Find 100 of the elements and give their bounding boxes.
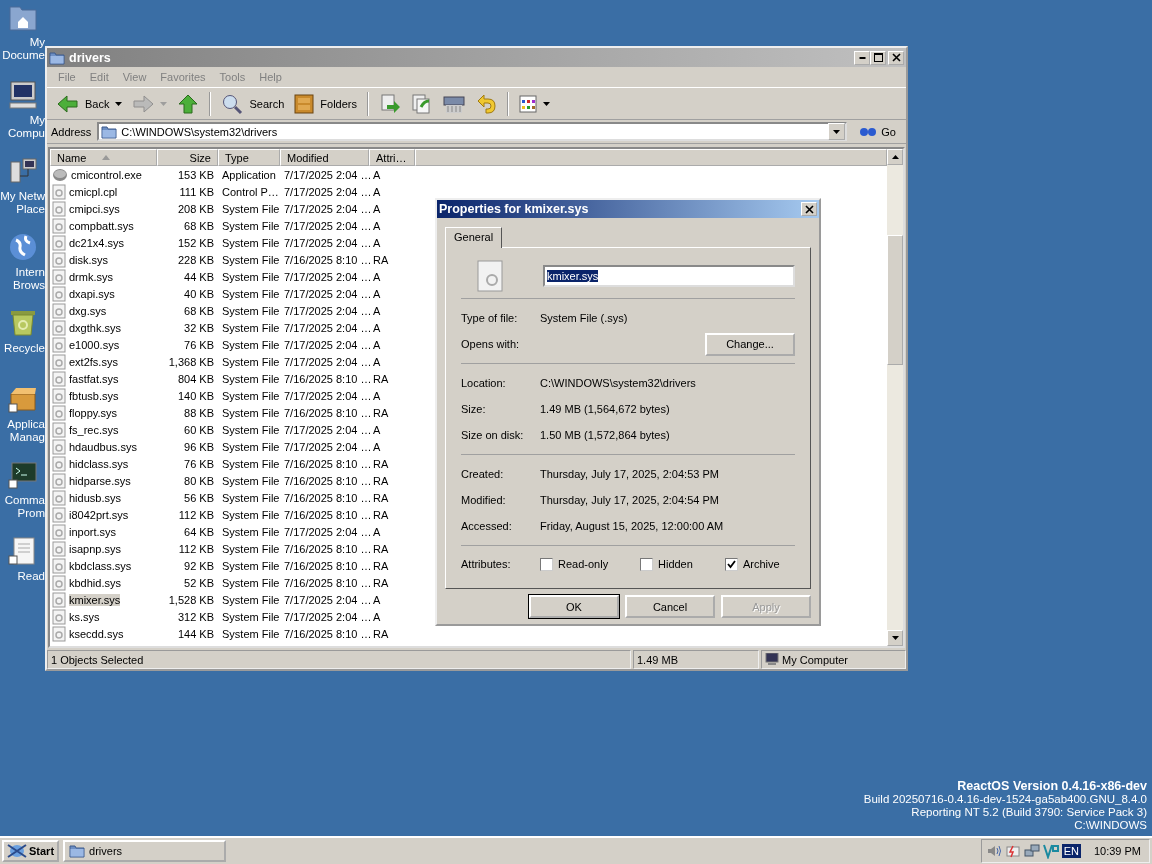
desktop-icon-label[interactable]: Read [17,570,45,583]
column-header[interactable]: Type [218,149,280,166]
size-cell-text: 1,528 KB [167,592,215,608]
tab[interactable]: General [445,227,503,248]
file-name[interactable]: hidparse.sys [69,474,131,487]
start-button[interactable]: Start [2,840,60,862]
folder-icon [69,843,86,859]
status-pane: 1 Objects Selected [47,650,631,669]
file-icon [52,302,66,319]
column-header[interactable]: Name [50,149,157,166]
modified-cell-text: 7/16/2025 8:10 … [283,490,369,506]
desktop-icon-label[interactable]: My Netw Place [0,190,45,216]
file-name[interactable]: dxg.sys [69,304,107,317]
scrollbar[interactable] [887,149,903,646]
caret-icon [833,129,841,134]
file-name[interactable]: cmicpl.cpl [69,185,118,198]
modified-cell-text: 7/17/2025 2:04 … [283,303,369,319]
language-indicator[interactable]: EN [1061,844,1081,858]
file-name[interactable]: compbatt.sys [69,219,134,232]
desktop-icon-label[interactable]: My Compu [7,114,45,140]
file-icon [52,625,66,642]
modified-cell-text: 7/16/2025 8:10 … [283,626,369,642]
file-name[interactable]: drmk.sys [69,270,113,283]
desktop-icon-label[interactable]: Applica Manag [7,418,45,444]
attributes-cell-text: RA [372,405,390,421]
modified-cell-text: 7/17/2025 2:04 … [283,320,369,336]
file-name[interactable]: cmicontrol.exe [71,168,142,181]
tray-app-icon[interactable] [1042,843,1059,859]
file-name[interactable]: cmipci.sys [69,202,120,215]
folder-icon [49,49,65,66]
file-icon [52,404,66,421]
checkbox[interactable] [725,557,738,571]
file-name[interactable]: dxgthk.sys [69,321,121,334]
file-name[interactable]: fastfat.sys [69,372,119,385]
type-cell-text: System File [221,626,280,642]
checkbox[interactable] [640,557,653,571]
desktop-icon-label[interactable]: My Docume [2,36,45,62]
file-name[interactable]: ks.sys [69,610,100,623]
file-name[interactable]: hidclass.sys [69,457,129,470]
file-name[interactable]: ext2fs.sys [69,355,118,368]
file-name[interactable]: dc21x4.sys [69,236,125,249]
type-cell-text: System File [221,252,280,268]
file-name[interactable]: disk.sys [69,253,109,266]
speaker-icon[interactable] [985,843,1002,859]
file-name[interactable]: inport.sys [69,525,117,538]
checkbox-label[interactable]: Hidden [658,558,693,570]
desktop-icon-label[interactable]: Recycle [4,342,45,355]
file-name-field[interactable]: kmixer.sys [543,265,795,287]
file-name[interactable]: kmixer.sys [69,593,121,606]
column-header[interactable]: Modified [280,149,369,166]
field-label: Opens with: [461,338,521,350]
attributes-cell-text: RA [372,371,390,387]
type-cell-text: System File [221,405,280,421]
battery-icon[interactable] [1004,843,1021,859]
field-value: C:\WINDOWS\system32\drivers [540,377,697,389]
caret-icon [543,101,550,106]
file-icon [477,260,503,292]
size-cell-text: 80 KB [183,473,215,489]
file-name[interactable]: fs_rec.sys [69,423,119,436]
file-name[interactable]: floppy.sys [69,406,118,419]
attributes-cell-text: A [372,354,382,370]
go-button[interactable]: Go [853,124,902,139]
version-text: ReactOS Version 0.4.16-x86-dev [957,780,1147,793]
file-name[interactable]: kbdclass.sys [69,559,132,572]
back-button[interactable]: Back [53,91,127,116]
file-name[interactable]: i8042prt.sys [69,508,129,521]
file-name[interactable]: dxapi.sys [69,287,115,300]
taskbar-button[interactable]: drivers [63,840,227,862]
file-name[interactable]: isapnp.sys [69,542,121,555]
dropdown-button[interactable] [828,123,846,140]
address-field[interactable]: C:\WINDOWS\system32\drivers [97,122,848,141]
field-label: Location: [461,377,507,389]
checkbox-label[interactable]: Archive [743,558,780,570]
attributes-cell-text: A [372,609,382,625]
network-icon [8,156,38,186]
file-name[interactable]: e1000.sys [69,338,120,351]
field-value: System File (.sys) [540,312,629,324]
desktop-icon-label[interactable]: Comma Prom [4,494,45,520]
close-button[interactable] [801,202,817,216]
file-name[interactable]: ksecdd.sys [69,627,124,640]
checkbox[interactable] [540,557,553,571]
file-name[interactable]: hdaudbus.sys [69,440,137,453]
modified-cell-text: 7/16/2025 8:10 … [283,252,369,268]
search-button[interactable]: Search [217,90,289,117]
checkbox-label[interactable]: Read-only [558,558,609,570]
attributes-cell-text: RA [372,456,390,472]
dialog-button[interactable]: Cancel [625,595,715,618]
desktop-icon-label[interactable]: Intern Brows [13,266,45,292]
column-header[interactable]: Size [157,149,218,166]
folders-button[interactable]: Folders [290,91,361,116]
network-icon[interactable] [1023,843,1040,859]
file-name[interactable]: fbtusb.sys [69,389,119,402]
file-name[interactable]: kbdhid.sys [69,576,121,589]
type-cell-text: System File [221,337,280,353]
file-name[interactable]: hidusb.sys [69,491,121,504]
dialog-button[interactable]: OK [529,595,619,618]
column-header[interactable]: Attri… [369,149,415,166]
change-button[interactable]: Change... [705,332,795,356]
size-cell-text: 52 KB [183,575,215,591]
field-label: Size on disk: [461,429,525,441]
